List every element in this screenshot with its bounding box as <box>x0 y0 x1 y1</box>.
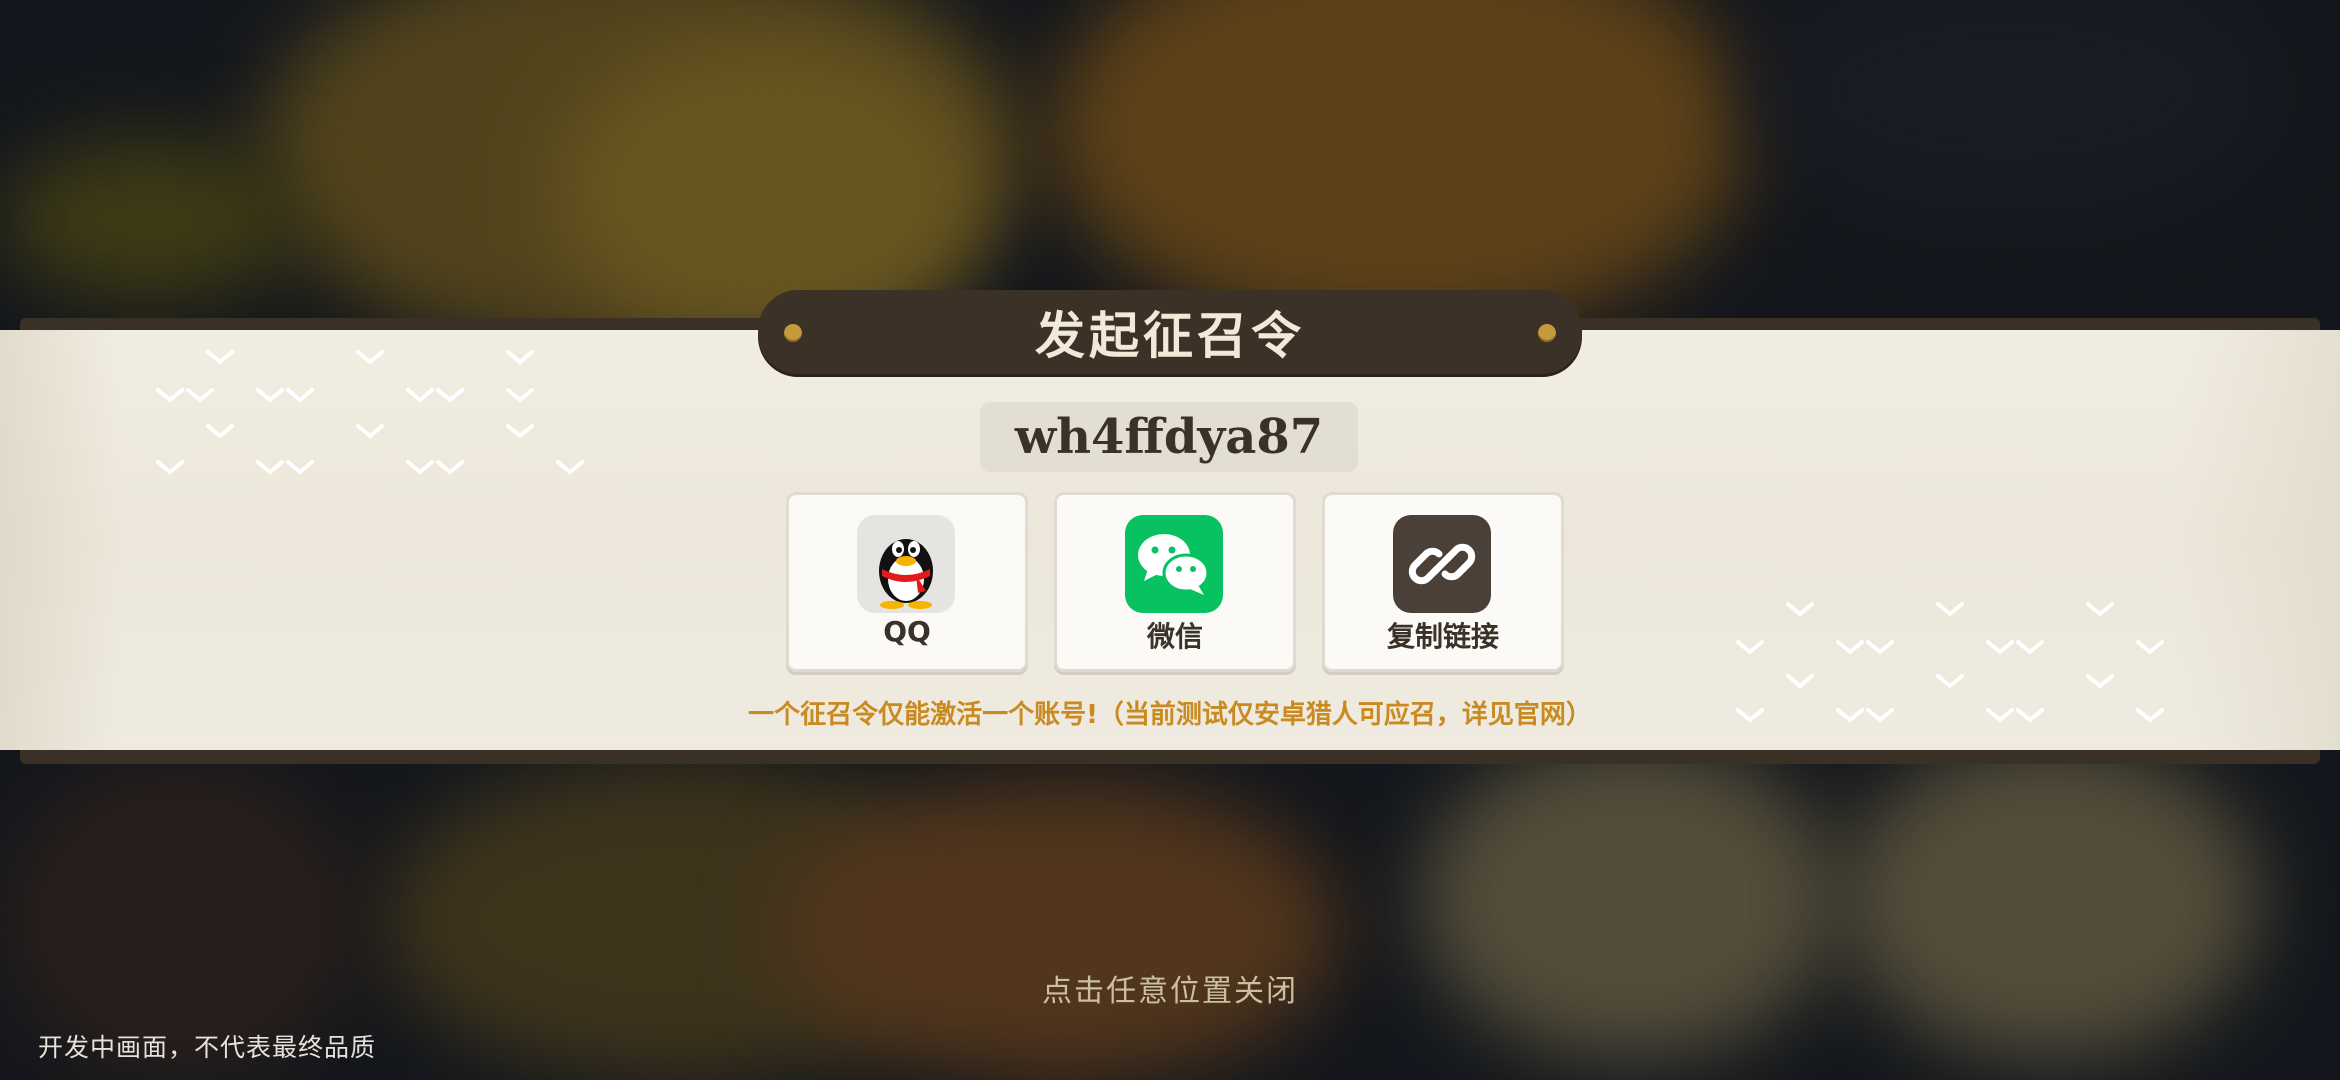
link-icon <box>1393 515 1491 613</box>
dev-watermark: 开发中画面，不代表最终品质 <box>38 1033 377 1062</box>
share-wechat-label: 微信 <box>1146 620 1203 653</box>
modal-title: 发起征召令 <box>1035 307 1305 365</box>
copy-link-label: 复制链接 <box>1386 620 1499 653</box>
activation-notice: 一个征召令仅能激活一个账号!（当前测试仅安卓猎人可应召，详见官网） <box>748 700 1592 730</box>
qq-penguin-icon <box>857 515 955 613</box>
title-plaque: 发起征召令 <box>758 290 1582 374</box>
share-qq-label: QQ <box>883 615 931 648</box>
share-wechat-button[interactable]: 微信 <box>1054 492 1296 672</box>
band-shade-left <box>0 330 120 750</box>
wechat-icon <box>1125 515 1223 613</box>
recruit-code[interactable]: wh4ffdya87 <box>980 402 1358 472</box>
birds-decoration-left <box>156 350 584 475</box>
copy-link-button[interactable]: 复制链接 <box>1322 492 1564 672</box>
share-qq-button[interactable]: QQ <box>786 492 1028 672</box>
tap-to-close-hint[interactable]: 点击任意位置关闭 <box>0 966 2340 1010</box>
band-shade-right <box>2180 330 2340 750</box>
